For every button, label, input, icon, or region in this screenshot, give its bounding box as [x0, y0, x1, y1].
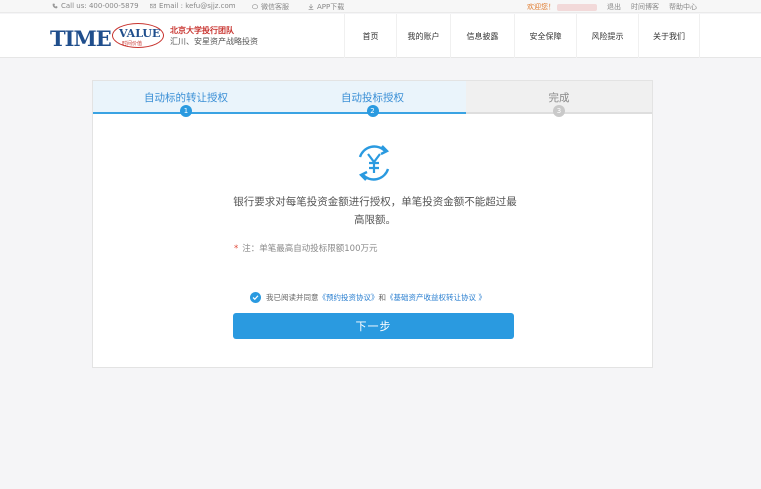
tagline-line-1: 北京大学投行团队 [170, 26, 234, 35]
step-number: 2 [366, 105, 379, 117]
agree-prefix: 我已阅读并同意 [266, 293, 319, 302]
logout-link[interactable]: 退出 [607, 2, 621, 12]
header: TIME VALUE 时间价值 北京大学投行团队 汇川、安星资产战略投资 首页 … [0, 14, 761, 58]
email-info: Email : kefu@sjjz.com [150, 2, 236, 10]
username-redacted [557, 3, 597, 11]
logo[interactable]: TIME VALUE 时间价值 [50, 23, 164, 51]
top-bar: Call us: 400-000-5879 Email : kefu@sjjz.… [0, 0, 761, 13]
check-icon [252, 295, 259, 301]
tagline: 北京大学投行团队 汇川、安星资产战略投资 [170, 25, 258, 47]
nav-security[interactable]: 安全保障 [514, 14, 576, 58]
authorization-card: 自动标的转让授权 1 自动投标授权 2 完成 3 银行要求对每笔投资金额进行授权… [92, 80, 653, 368]
limit-note: * 注：单笔最高自动投标限额100万元 [234, 242, 377, 254]
help-link[interactable]: 帮助中心 [669, 2, 697, 12]
nav-home[interactable]: 首页 [344, 14, 396, 58]
note-asterisk: * [234, 244, 239, 254]
agreement-row: 我已阅读并同意 《预约投资协议》 和 《基础资产收益权转让协议 》 [250, 292, 486, 303]
tagline-line-2: 汇川、安星资产战略投资 [170, 37, 258, 46]
nav-risk[interactable]: 风险提示 [576, 14, 638, 58]
step-number: 3 [553, 105, 565, 117]
chat-icon [252, 4, 258, 10]
next-step-button[interactable]: 下一步 [233, 313, 514, 339]
welcome-text: 欢迎您！ [527, 2, 597, 12]
app-text: APP下载 [317, 3, 345, 11]
download-icon [308, 4, 314, 10]
yuan-exchange-icon [358, 145, 390, 181]
phone-info: Call us: 400-000-5879 [52, 2, 139, 10]
nav-my-account[interactable]: 我的账户 [396, 14, 450, 58]
wechat-link[interactable]: 微信客服 [252, 2, 289, 12]
app-download-link[interactable]: APP下载 [308, 2, 344, 12]
agree-checkbox[interactable] [250, 292, 261, 303]
step-complete: 完成 3 [466, 81, 652, 117]
step-progress: 自动标的转让授权 1 自动投标授权 2 完成 3 [93, 81, 652, 117]
step-bid-auth: 自动投标授权 2 [279, 81, 466, 117]
welcome-label: 欢迎您！ [527, 3, 555, 11]
phone-text: Call us: 400-000-5879 [61, 2, 139, 10]
email-text: Email : kefu@sjjz.com [159, 2, 236, 10]
booking-agreement-link[interactable]: 《预约投资协议》 [319, 292, 379, 303]
logo-subtitle: 时间价值 [122, 41, 143, 47]
blog-link[interactable]: 时间博客 [631, 2, 659, 12]
authorization-message: 银行要求对每笔投资金额进行授权，单笔投资金额不能超过最高限额。 [233, 196, 517, 226]
note-text: 注：单笔最高自动投标限额100万元 [242, 244, 378, 254]
step-label: 自动投标授权 [341, 92, 404, 104]
agree-and: 和 [378, 293, 387, 302]
nav-about[interactable]: 关于我们 [638, 14, 700, 58]
step-label: 自动标的转让授权 [144, 92, 228, 104]
asset-transfer-agreement-link[interactable]: 《基础资产收益权转让协议 》 [386, 292, 486, 303]
mail-icon [150, 3, 156, 9]
phone-icon [52, 3, 58, 9]
step-label: 完成 [548, 92, 570, 104]
nav-disclosure[interactable]: 信息披露 [450, 14, 514, 58]
user-links: 欢迎您！ 退出 时间博客 帮助中心 [527, 2, 697, 12]
step-number: 1 [180, 105, 192, 117]
logo-time: TIME [50, 26, 112, 51]
wechat-text: 微信客服 [261, 3, 289, 11]
step-transfer-auth: 自动标的转让授权 1 [93, 81, 279, 117]
logo-value: VALUE [119, 27, 161, 40]
